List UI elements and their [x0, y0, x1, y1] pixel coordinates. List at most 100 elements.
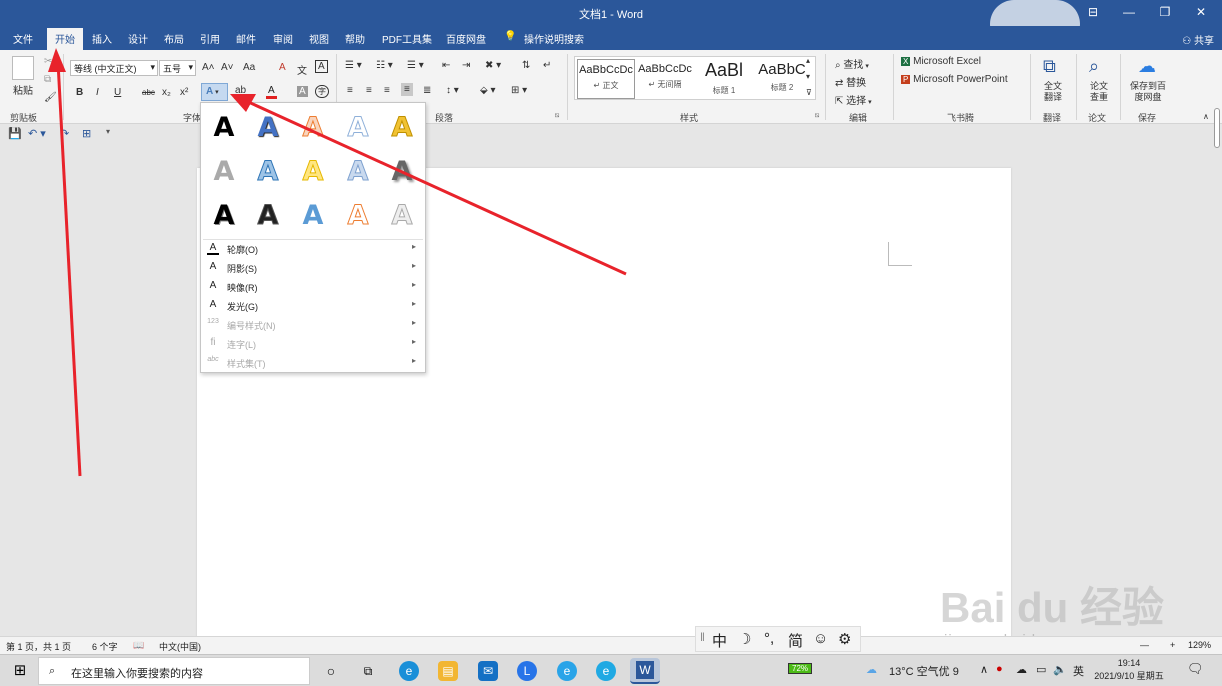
change-case-button[interactable]: Aa — [243, 62, 255, 73]
zoom-level[interactable]: 129% — [1188, 640, 1211, 650]
show-marks-icon[interactable]: ↵ — [543, 60, 551, 71]
menu-item-shadow[interactable]: A 阴影(S) ▸ — [201, 258, 425, 277]
zoom-in-button[interactable]: + — [1170, 640, 1175, 650]
zoom-out-button[interactable]: — — [1140, 640, 1149, 650]
tab-view[interactable]: 视图 — [309, 31, 329, 46]
style-no-spacing[interactable]: AaBbCcDc ↵ 无间隔 — [636, 59, 694, 99]
page-count[interactable]: 第 1 页，共 1 页 — [6, 640, 71, 653]
word-taskbar-button[interactable]: W — [630, 658, 660, 684]
effect-gray[interactable]: A — [209, 155, 239, 189]
phonetic-guide-button[interactable]: 文 — [297, 62, 307, 77]
borders-icon[interactable]: ⊞ ▾ — [511, 85, 527, 96]
justify-icon[interactable]: ≡ — [401, 83, 413, 96]
tab-layout[interactable]: 布局 — [164, 31, 184, 46]
cortana-icon[interactable]: ○ — [321, 661, 341, 681]
numbering-icon[interactable]: ☷ ▾ — [376, 60, 393, 71]
word-count[interactable]: 6 个字 — [92, 640, 118, 653]
moon-icon[interactable]: ☽ — [738, 630, 751, 648]
menu-item-outline[interactable]: A 轮廓(O) ▸ — [201, 239, 425, 258]
effect-blue-gradient[interactable]: A — [253, 155, 283, 189]
tab-baidu-netdisk[interactable]: 百度网盘 — [446, 31, 486, 46]
sort-icon[interactable]: ⇅ — [522, 60, 530, 71]
gallery-more-icon[interactable]: ⊽ — [806, 88, 812, 97]
superscript-button[interactable]: x² — [180, 87, 188, 98]
close-button[interactable]: ✕ — [1190, 3, 1212, 21]
effect-yellow-gradient[interactable]: A — [298, 155, 328, 189]
tab-file[interactable]: 文件 — [13, 31, 33, 46]
menu-item-number-style[interactable]: 123 编号样式(N) ▸ — [201, 315, 425, 334]
battery-indicator[interactable]: 72% — [788, 663, 813, 674]
weather-icon[interactable]: ☁ — [866, 663, 877, 676]
effect-dark-outline[interactable]: A — [253, 199, 283, 233]
table-icon[interactable]: ⊞ — [82, 127, 91, 140]
copy-icon[interactable]: ⧉ — [44, 74, 51, 85]
tab-design[interactable]: 设计 — [128, 31, 148, 46]
increase-indent-icon[interactable]: ⇥ — [462, 60, 470, 71]
save-to-baidu-button[interactable]: 保存到百度网盘 — [1126, 81, 1170, 103]
enclose-characters-button[interactable]: 字 — [315, 85, 329, 98]
character-shading-button[interactable]: A — [297, 86, 308, 97]
format-painter-icon[interactable]: 🖌 — [44, 92, 57, 103]
dialog-launcher-icon[interactable]: ⧅ — [555, 112, 559, 120]
highlight-color-button[interactable]: ab — [234, 85, 248, 99]
punctuation-toggle[interactable]: °, — [764, 630, 774, 647]
redo-icon[interactable]: ↷ — [60, 127, 69, 140]
weather-text[interactable]: 13°C 空气优 9 — [889, 663, 959, 679]
shading-icon[interactable]: ⬙ ▾ — [480, 85, 496, 96]
character-border-button[interactable]: A — [315, 60, 328, 73]
windows-start-icon[interactable]: ⊞ — [10, 661, 30, 681]
effect-orange-outline[interactable]: A — [298, 111, 328, 145]
grow-font-button[interactable]: A˄ — [202, 62, 215, 73]
align-right-icon[interactable]: ≡ — [384, 85, 390, 96]
clear-formatting-button[interactable]: A — [279, 62, 286, 73]
tab-review[interactable]: 审阅 — [273, 31, 293, 46]
tab-references[interactable]: 引用 — [200, 31, 220, 46]
strikethrough-button[interactable]: abc — [142, 88, 155, 97]
full-translate-button[interactable]: 全文翻译 — [1041, 81, 1065, 103]
internet-explorer-icon[interactable]: e — [557, 661, 577, 681]
lenovo-app-icon[interactable]: L — [517, 661, 537, 681]
style-normal[interactable]: AaBbCcDc ↵ 正文 — [577, 59, 635, 99]
restore-button[interactable]: ❐ — [1154, 3, 1176, 21]
dialog-launcher-icon[interactable]: ⧅ — [815, 112, 819, 120]
tab-insert[interactable]: 插入 — [92, 31, 112, 46]
save-icon[interactable]: 💾 — [8, 127, 22, 140]
effect-gray-shadow[interactable]: A — [387, 155, 417, 189]
effect-gold[interactable]: A — [387, 111, 417, 145]
style-heading-2[interactable]: AaBbC 标题 2 — [753, 59, 811, 99]
browser-icon[interactable]: e — [596, 661, 616, 681]
effect-pale-blue[interactable]: A — [343, 155, 373, 189]
gallery-scroll-up-icon[interactable]: ▴ — [806, 56, 810, 65]
tab-home[interactable]: 开始 — [47, 28, 83, 50]
replace-button[interactable]: ⇄ 替换 — [835, 74, 866, 89]
language-indicator[interactable]: 中文(中国) — [159, 640, 201, 653]
distributed-icon[interactable]: ≣ — [423, 85, 431, 96]
align-center-icon[interactable]: ≡ — [366, 85, 372, 96]
asian-layout-icon[interactable]: ✖ ▾ — [485, 60, 501, 71]
font-size-combo[interactable]: 五号 ▾ — [159, 60, 196, 76]
ime-mode-toggle[interactable]: 中 — [712, 630, 727, 651]
effect-black-bold[interactable]: A — [209, 199, 239, 233]
share-button[interactable]: ⚇ 共享 — [1182, 32, 1214, 47]
text-effects-button[interactable]: A ▾ — [201, 83, 228, 101]
cut-icon[interactable]: ✂ — [44, 56, 52, 67]
gallery-scroll-down-icon[interactable]: ▾ — [806, 72, 810, 81]
file-explorer-icon[interactable]: ▤ — [438, 661, 458, 681]
effect-light-blue-outline[interactable]: A — [343, 111, 373, 145]
underline-button[interactable]: U — [114, 87, 121, 98]
menu-item-ligatures[interactable]: fi 连字(L) ▸ — [201, 334, 425, 353]
font-name-combo[interactable]: 等线 (中文正文) ▾ — [70, 60, 158, 76]
edge-icon[interactable]: e — [399, 661, 419, 681]
decrease-indent-icon[interactable]: ⇤ — [442, 60, 450, 71]
effect-orange-hollow[interactable]: A — [343, 199, 373, 233]
task-view-icon[interactable]: ⧉ — [358, 661, 378, 681]
powerpoint-button[interactable]: P Microsoft PowerPoint — [901, 74, 1008, 85]
ribbon-display-options-button[interactable]: ⊟ — [1082, 3, 1104, 21]
show-hidden-icons[interactable]: ∧ — [980, 663, 988, 676]
menu-item-glow[interactable]: A 发光(G) ▸ — [201, 296, 425, 315]
minimize-button[interactable]: — — [1118, 3, 1140, 21]
find-button[interactable]: ⌕ 查找 ▾ — [835, 56, 869, 71]
subscript-button[interactable]: x₂ — [162, 87, 171, 98]
tell-me-search[interactable]: 操作说明搜索 — [524, 31, 584, 46]
bullets-icon[interactable]: ☰ ▾ — [345, 60, 362, 71]
